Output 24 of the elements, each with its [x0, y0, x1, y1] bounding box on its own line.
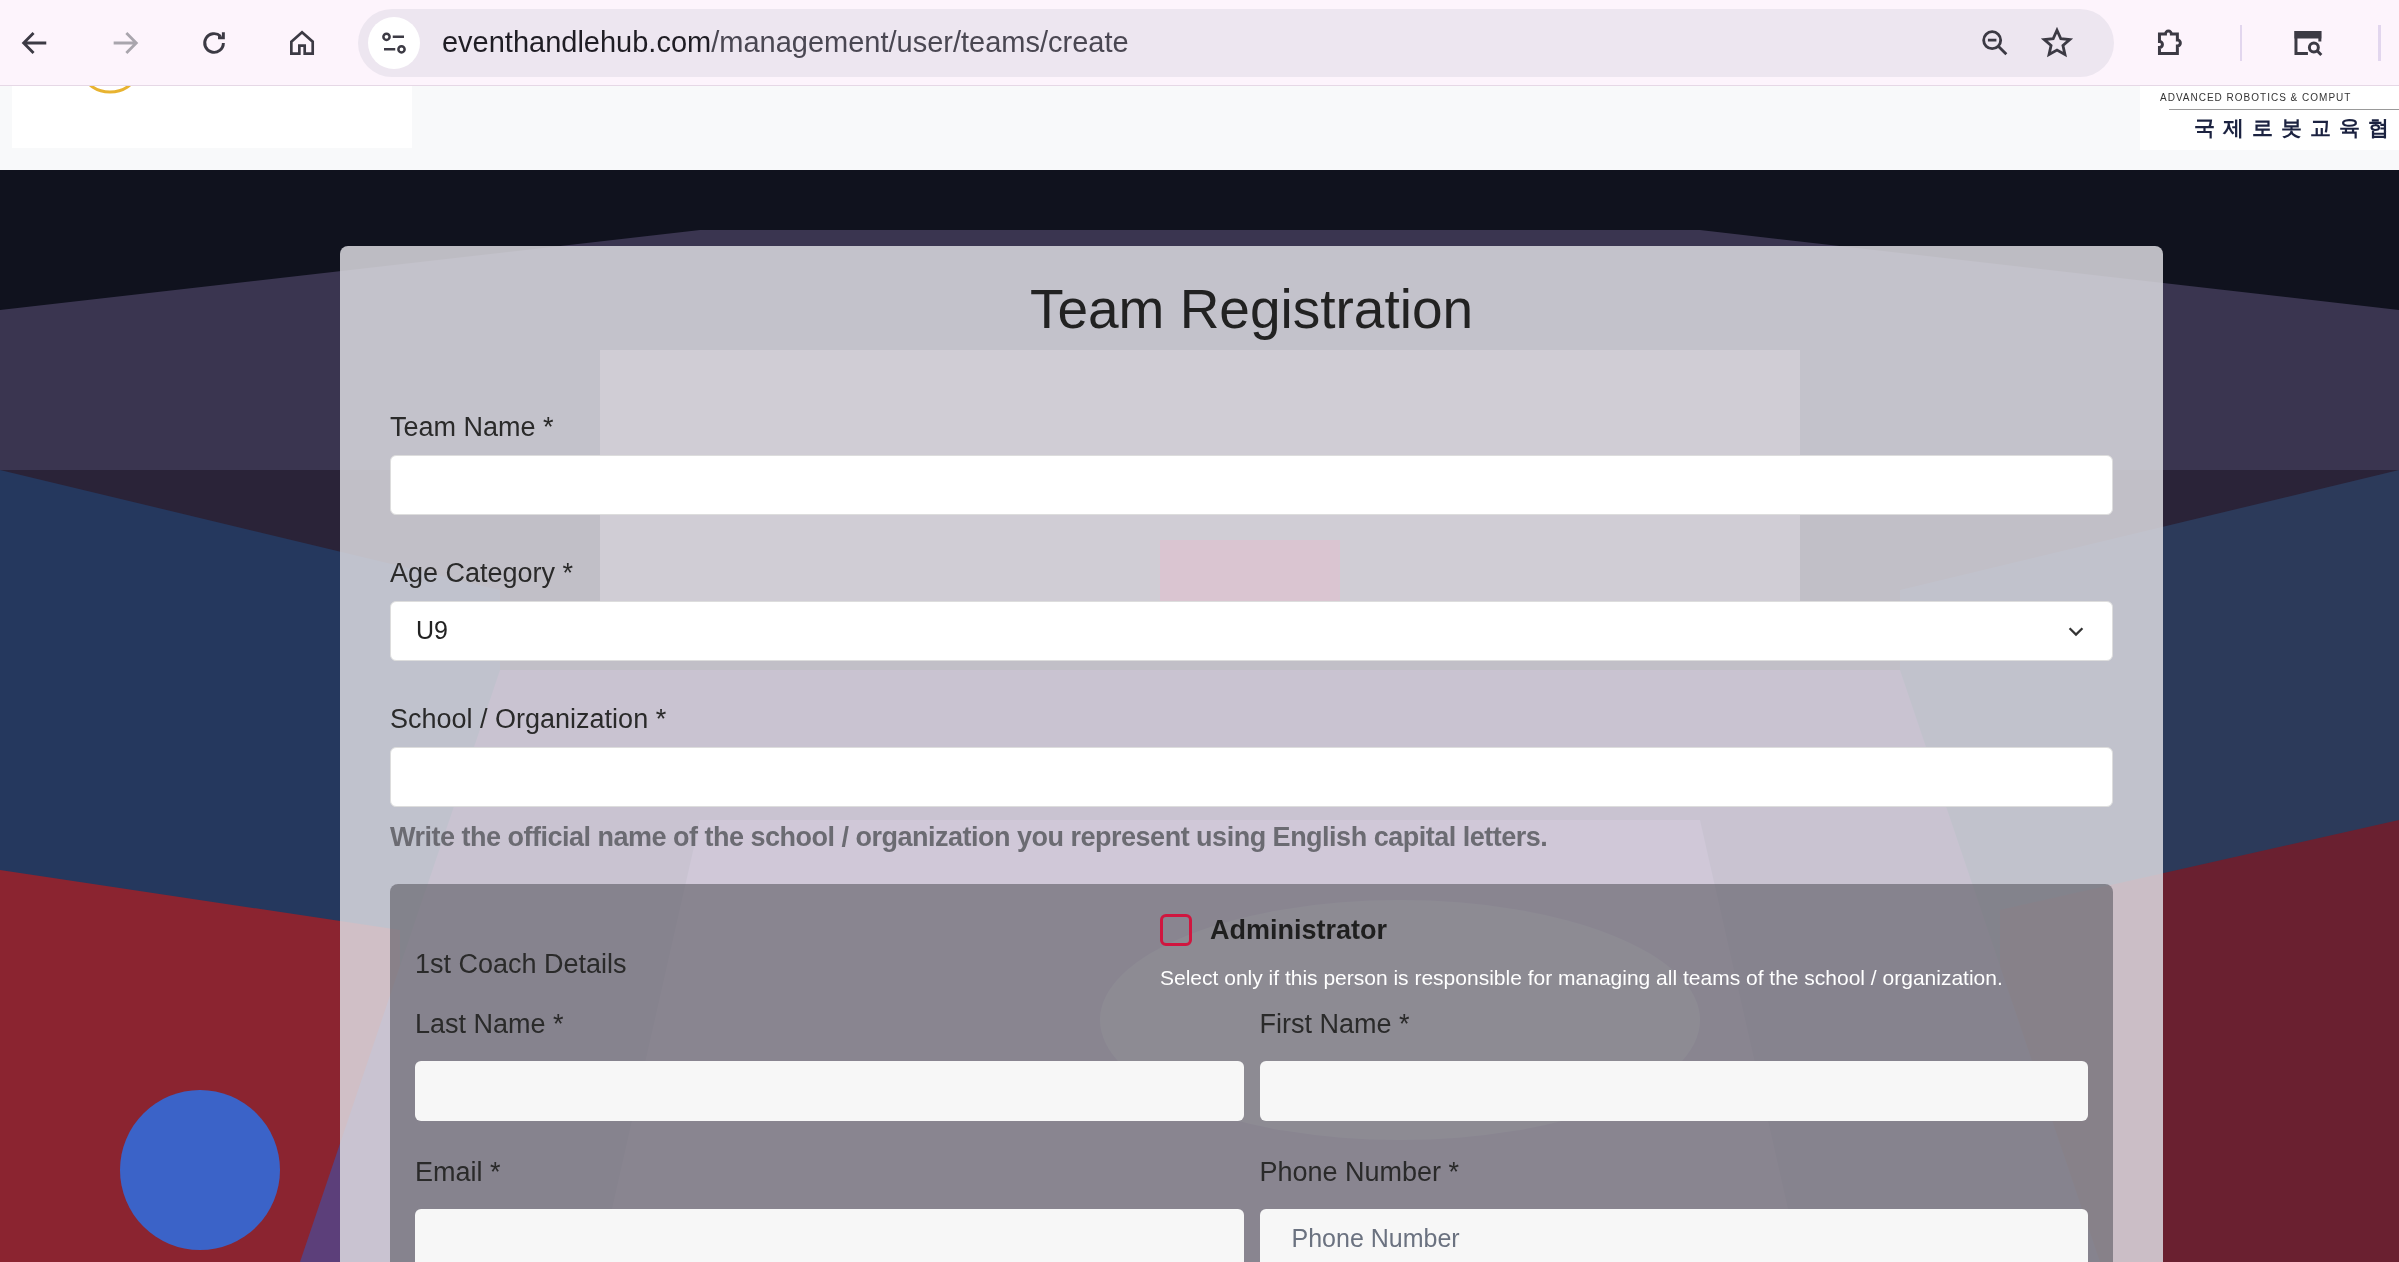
input-field[interactable]: [390, 455, 2113, 515]
administrator-label: Administrator: [1210, 913, 1388, 947]
address-bar[interactable]: eventhandlehub.com/management/user/teams/create: [357, 8, 2114, 77]
field-label: Age Category *: [390, 557, 575, 590]
input-field[interactable]: Phone Number: [1259, 1208, 2088, 1262]
input-field[interactable]: [390, 747, 2113, 807]
field-hint: Write the official name of the school / organization you represent using English capital letters.: [390, 821, 1549, 854]
logo-tagline: ADVANCED ROBOTICS & COMPUT: [2159, 91, 2352, 105]
input-field[interactable]: [415, 1208, 1244, 1262]
field-label: First Name *: [1259, 1007, 1411, 1041]
administrator-checkbox[interactable]: [1160, 913, 1192, 946]
input-field[interactable]: [1259, 1060, 2088, 1121]
section-title: 1st Coach Details: [415, 947, 628, 981]
field-label: Email *: [415, 1155, 502, 1189]
field-label: Team Name *: [390, 411, 555, 444]
url-text: eventhandlehub.com/management/user/teams/create: [441, 24, 1129, 60]
field-label: Phone Number *: [1259, 1155, 1461, 1189]
administrator-note: Select only if this person is responsible for managing all teams of the school / organization.: [1160, 965, 2003, 991]
star-icon[interactable]: [2039, 25, 2074, 60]
field-label: School / Organization *: [390, 703, 668, 736]
input-field[interactable]: [415, 1060, 1244, 1121]
age-category-select[interactable]: U9: [390, 601, 2113, 661]
field-label: Last Name *: [415, 1007, 565, 1041]
logo-korean-text: 국제로봇교육협: [2194, 115, 2398, 141]
